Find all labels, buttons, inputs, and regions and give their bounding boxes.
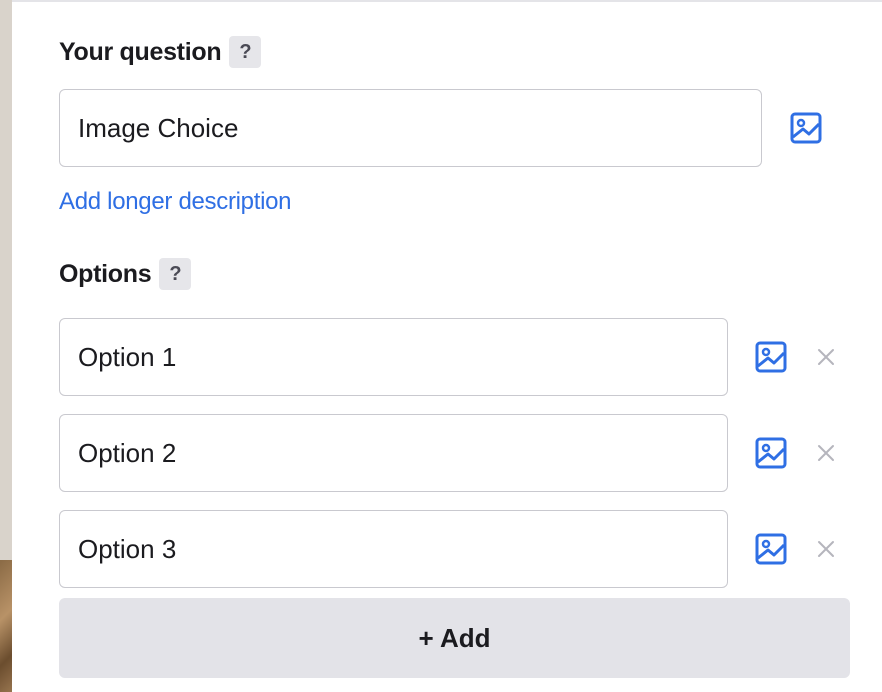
option-image-button[interactable]: [753, 339, 789, 375]
question-image-button[interactable]: [788, 110, 824, 146]
option-input[interactable]: Option 3: [59, 510, 728, 588]
option-input[interactable]: Option 2: [59, 414, 728, 492]
options-label: Options: [59, 259, 152, 288]
add-description-link[interactable]: Add longer description: [59, 188, 292, 216]
option-input[interactable]: Option 1: [59, 318, 728, 396]
question-editor-panel: Your question ? Image Choice Add longer …: [12, 0, 882, 692]
close-icon: [818, 445, 834, 461]
options-section-label: Options ?: [59, 258, 192, 290]
question-label: Your question: [59, 37, 222, 66]
image-icon: [755, 341, 787, 373]
image-icon: [755, 533, 787, 565]
close-icon: [818, 541, 834, 557]
option-remove-button[interactable]: [814, 441, 838, 465]
option-image-button[interactable]: [753, 531, 789, 567]
option-remove-button[interactable]: [814, 537, 838, 561]
question-help-icon[interactable]: ?: [229, 36, 262, 68]
option-remove-button[interactable]: [814, 345, 838, 369]
image-icon: [755, 437, 787, 469]
options-help-icon[interactable]: ?: [159, 258, 192, 290]
question-input[interactable]: Image Choice: [59, 89, 762, 167]
add-option-button[interactable]: + Add: [59, 598, 850, 678]
question-section-label: Your question ?: [59, 36, 262, 68]
option-image-button[interactable]: [753, 435, 789, 471]
image-icon: [790, 112, 822, 144]
close-icon: [818, 349, 834, 365]
